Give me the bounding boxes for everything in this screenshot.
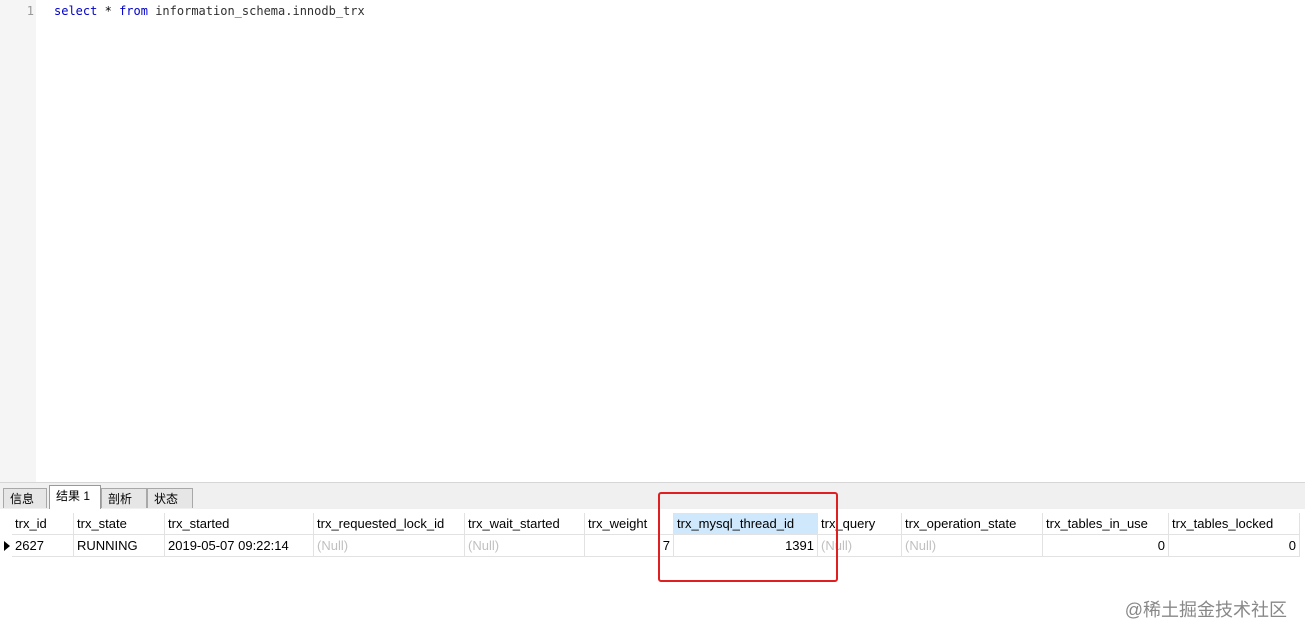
table-cell[interactable]: 0 bbox=[1043, 535, 1169, 557]
column-header[interactable]: trx_wait_started bbox=[465, 513, 585, 535]
table-cell[interactable]: (Null) bbox=[902, 535, 1043, 557]
tab-profile[interactable]: 剖析 bbox=[101, 488, 147, 508]
table-cell[interactable]: (Null) bbox=[465, 535, 585, 557]
result-grid[interactable]: trx_id trx_state trx_started trx_request… bbox=[0, 509, 1305, 637]
table-cell[interactable]: 0 bbox=[1169, 535, 1300, 557]
table-identifier: information_schema.innodb_trx bbox=[155, 4, 365, 18]
column-header[interactable]: trx_requested_lock_id bbox=[314, 513, 465, 535]
column-header[interactable]: trx_started bbox=[165, 513, 314, 535]
table-cell[interactable]: (Null) bbox=[314, 535, 465, 557]
keyword-select: select bbox=[54, 4, 98, 18]
column-header[interactable]: trx_operation_state bbox=[902, 513, 1043, 535]
column-header[interactable]: trx_tables_in_use bbox=[1043, 513, 1169, 535]
highlight-annotation-box bbox=[658, 492, 838, 582]
table-cell[interactable]: RUNNING bbox=[74, 535, 165, 557]
sql-editor[interactable]: 1 select * from information_schema.innod… bbox=[0, 0, 1305, 482]
table-cell[interactable]: 2627 bbox=[12, 535, 74, 557]
tab-result-1[interactable]: 结果 1 bbox=[49, 485, 101, 509]
tab-status[interactable]: 状态 bbox=[147, 488, 193, 508]
column-header[interactable]: trx_id bbox=[12, 513, 74, 535]
keyword-from: from bbox=[119, 4, 148, 18]
sql-query-text[interactable]: select * from information_schema.innodb_… bbox=[54, 4, 365, 18]
select-star: * bbox=[104, 4, 112, 18]
watermark-text: @稀土掘金技术社区 bbox=[1124, 600, 1287, 620]
column-header[interactable]: trx_tables_locked bbox=[1169, 513, 1300, 535]
tab-info[interactable]: 信息 bbox=[3, 488, 47, 508]
current-row-indicator-icon bbox=[0, 535, 12, 557]
table-cell[interactable]: 2019-05-07 09:22:14 bbox=[165, 535, 314, 557]
line-gutter: 1 bbox=[0, 0, 36, 482]
line-number: 1 bbox=[26, 4, 34, 18]
result-tabbar: 信息 结果 1 剖析 状态 bbox=[0, 482, 1305, 510]
column-header[interactable]: trx_state bbox=[74, 513, 165, 535]
